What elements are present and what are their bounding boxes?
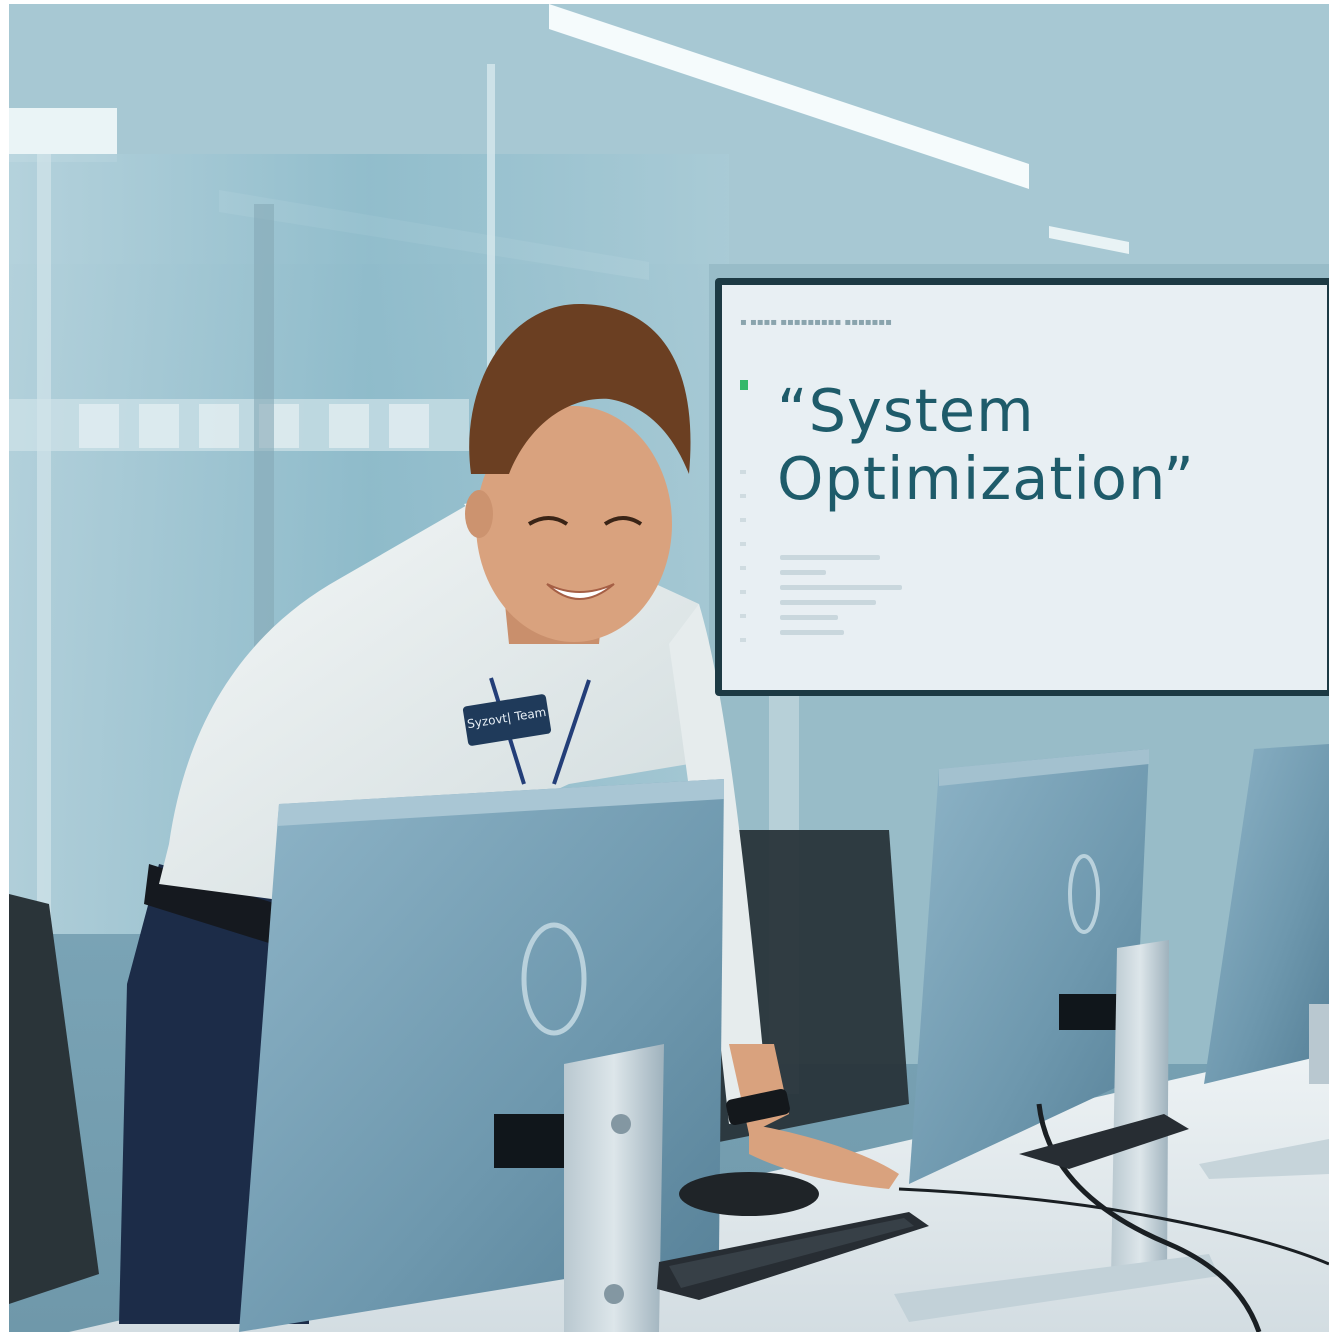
person-ear: [465, 490, 493, 538]
badge-text: Syzovt| Team: [466, 704, 548, 732]
mouse: [679, 1172, 819, 1216]
display-screen: ▪ ▪▪▪▪ ▪▪▪▪▪▪▪▪▪ ▪▪▪▪▪▪▪ “System Optimiz…: [722, 285, 1327, 690]
display-bullet-lines: [780, 555, 902, 645]
monitor-mount: [494, 1114, 574, 1168]
ceiling-light: [9, 108, 117, 162]
display-header-text: ▪ ▪▪▪▪ ▪▪▪▪▪▪▪▪▪ ▪▪▪▪▪▪▪: [740, 317, 892, 328]
display-line-numbers: [740, 470, 746, 662]
monitor-stand: [1309, 1004, 1329, 1084]
display-title: “System Optimization”: [777, 376, 1195, 513]
display-accent-marker: [740, 380, 748, 390]
monitor-mount: [1059, 994, 1117, 1030]
stand-hole: [611, 1114, 631, 1134]
stand-hole: [604, 1284, 624, 1304]
office-chair: [9, 894, 99, 1304]
office-photo: ▪ ▪▪▪▪ ▪▪▪▪▪▪▪▪▪ ▪▪▪▪▪▪▪ “System Optimiz…: [9, 4, 1329, 1332]
